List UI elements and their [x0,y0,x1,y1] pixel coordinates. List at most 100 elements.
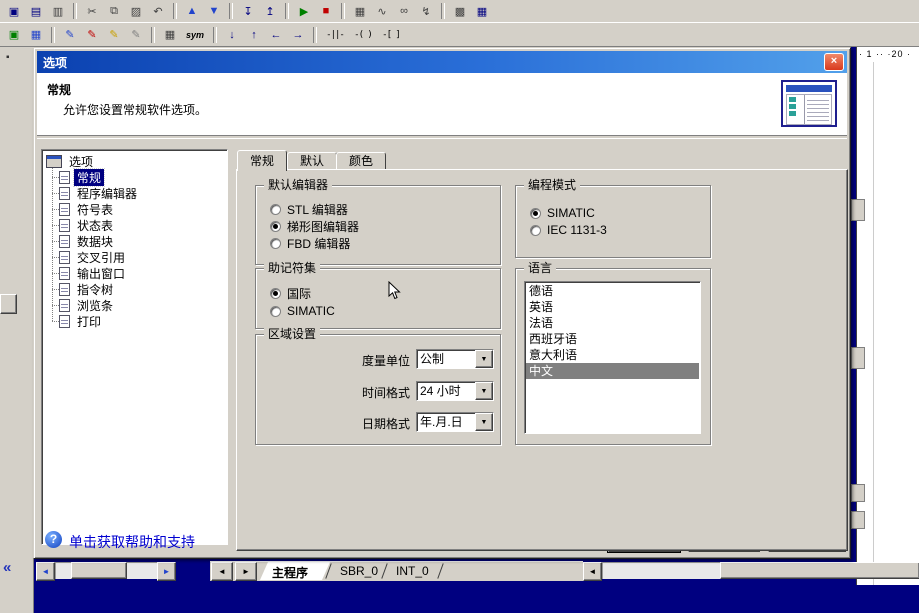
open-table-icon[interactable]: ▤ [26,2,46,20]
pencil-gray-icon[interactable]: ✎ [126,26,146,44]
chevron-down-icon[interactable]: ▼ [475,413,493,431]
radio-icon[interactable] [270,238,281,249]
network-grid-icon[interactable]: ▦ [160,26,180,44]
language-list-item[interactable]: 法语 [526,315,699,331]
date-format-combobox[interactable]: 年.月.日 ▼ [416,412,494,432]
sort-ascending-icon[interactable]: ▲ [182,2,202,20]
tab-general[interactable]: 常规 [237,150,287,171]
language-list-item[interactable]: 西班牙语 [526,331,699,347]
tab-scroll-left-icon[interactable]: ◄ [211,562,233,581]
tree-item[interactable]: 打印 [59,314,104,329]
language-list-item[interactable]: 意大利语 [526,347,699,363]
language-list-item[interactable]: 中文 [526,363,699,379]
radio-icon[interactable] [270,306,281,317]
radio-icon[interactable] [270,221,281,232]
upload-icon[interactable]: ↥ [260,2,280,20]
options-grid-icon[interactable]: ▦ [472,2,492,20]
date-format-row: 日期格式 年.月.日 ▼ [256,412,500,432]
run-icon[interactable]: ▶ [294,2,314,20]
force-icon[interactable]: ↯ [416,2,436,20]
tab-color[interactable]: 颜色 [336,152,386,170]
dialog-titlebar[interactable]: 选项 × [37,51,847,73]
pencil-red-icon[interactable]: ✎ [82,26,102,44]
tree-item[interactable]: 符号表 [59,202,116,217]
contact-icon[interactable]: -||- [322,26,348,44]
radio-fbd-editor[interactable]: FBD 编辑器 [270,236,350,250]
tree-item-label: 数据块 [74,233,116,250]
radio-ladder-editor[interactable]: 梯形图编辑器 [270,219,359,233]
scrollbar-track[interactable] [55,562,157,579]
tree-item[interactable]: 程序编辑器 [59,186,140,201]
line-down-icon[interactable]: ↓ [222,26,242,44]
radio-icon[interactable] [530,225,541,236]
chevron-down-icon[interactable]: ▼ [475,382,493,400]
radio-simatic-mnemonic[interactable]: SIMATIC [270,304,335,318]
help-link[interactable]: 单击获取帮助和支持 [69,532,195,552]
horizontal-scrollbar-left[interactable]: ◄ ► [36,562,176,579]
scrollbar-thumb[interactable] [720,562,919,579]
pencil-blue-icon[interactable]: ✎ [60,26,80,44]
help-icon[interactable]: ? [45,531,62,548]
binoculars-icon[interactable]: ∞ [394,2,414,20]
tree-item[interactable]: 交叉引用 [59,250,128,265]
radio-iec-mode[interactable]: IEC 1131-3 [530,223,607,237]
sort-descending-icon[interactable]: ▼ [204,2,224,20]
time-format-combobox[interactable]: 24 小时 ▼ [416,381,494,401]
sym-toggle-icon[interactable]: sym [182,26,208,44]
chevron-down-icon[interactable]: ▼ [475,350,493,368]
scrollbar-thumb[interactable] [71,562,127,579]
stop-icon[interactable]: ■ [316,2,336,20]
download-icon[interactable]: ↧ [238,2,258,20]
radio-stl-editor[interactable]: STL 编辑器 [270,202,348,216]
pou-tab-main[interactable]: 主程序 [272,564,308,581]
cascade-windows-icon[interactable]: ▩ [450,2,470,20]
green-window-icon[interactable]: ▣ [4,26,24,44]
line-left-icon[interactable]: ← [266,26,286,44]
tree-item[interactable]: 常规 [59,170,104,185]
tree-item[interactable]: 指令树 [59,282,116,297]
paste-icon[interactable]: ▨ [126,2,146,20]
tree-item[interactable]: 状态表 [59,218,116,233]
radio-icon[interactable] [530,208,541,219]
pou-tab-int0[interactable]: INT_0 [396,564,429,578]
new-window-icon[interactable]: ▣ [4,2,24,20]
print-icon[interactable]: ▥ [48,2,68,20]
scrollbar-track[interactable] [602,562,919,579]
radio-icon[interactable] [270,204,281,215]
scroll-right-icon[interactable]: ► [157,562,176,581]
copy-icon[interactable]: ⧉ [104,2,124,20]
trend-icon[interactable]: ∿ [372,2,392,20]
language-listbox[interactable]: 德语英语法语西班牙语意大利语中文 [524,281,701,434]
close-icon[interactable]: × [824,53,844,71]
options-tree[interactable]: 选项 常规程序编辑器符号表状态表数据块交叉引用输出窗口指令树浏览条打印 [41,149,228,545]
horizontal-scrollbar-right[interactable]: ◄ [583,562,919,579]
scroll-left-icon[interactable]: ◄ [36,562,55,581]
collapse-left-icon[interactable]: « [3,559,11,576]
coil-icon[interactable]: -( ) [350,26,376,44]
pencil-yellow-icon[interactable]: ✎ [104,26,124,44]
tree-item[interactable]: 输出窗口 [59,266,128,281]
language-list-item[interactable]: 英语 [526,299,699,315]
tree-item[interactable]: 浏览条 [59,298,116,313]
tree-root[interactable]: 选项 [46,153,96,170]
document-icon [59,299,70,312]
radio-international[interactable]: 国际 [270,286,311,300]
tab-scroll-right-icon[interactable]: ► [235,562,257,581]
blue-grid-icon[interactable]: ▦ [26,26,46,44]
box-icon[interactable]: -[ ] [378,26,404,44]
status-chart-icon[interactable]: ▦ [350,2,370,20]
language-list-item[interactable]: 德语 [526,283,699,299]
tab-default[interactable]: 默认 [287,152,337,170]
undo-icon[interactable]: ↶ [148,2,168,20]
document-icon [59,219,70,232]
line-right-icon[interactable]: → [288,26,308,44]
tree-item[interactable]: 数据块 [59,234,116,249]
measurement-unit-combobox[interactable]: 公制 ▼ [416,349,494,369]
sidebar-handle[interactable] [0,294,17,314]
radio-icon[interactable] [270,288,281,299]
cut-icon[interactable]: ✂ [82,2,102,20]
line-up-icon[interactable]: ↑ [244,26,264,44]
radio-simatic-mode[interactable]: SIMATIC [530,206,595,220]
scroll-left-icon[interactable]: ◄ [583,562,602,581]
pou-tab-sbr0[interactable]: SBR_0 [340,564,378,578]
